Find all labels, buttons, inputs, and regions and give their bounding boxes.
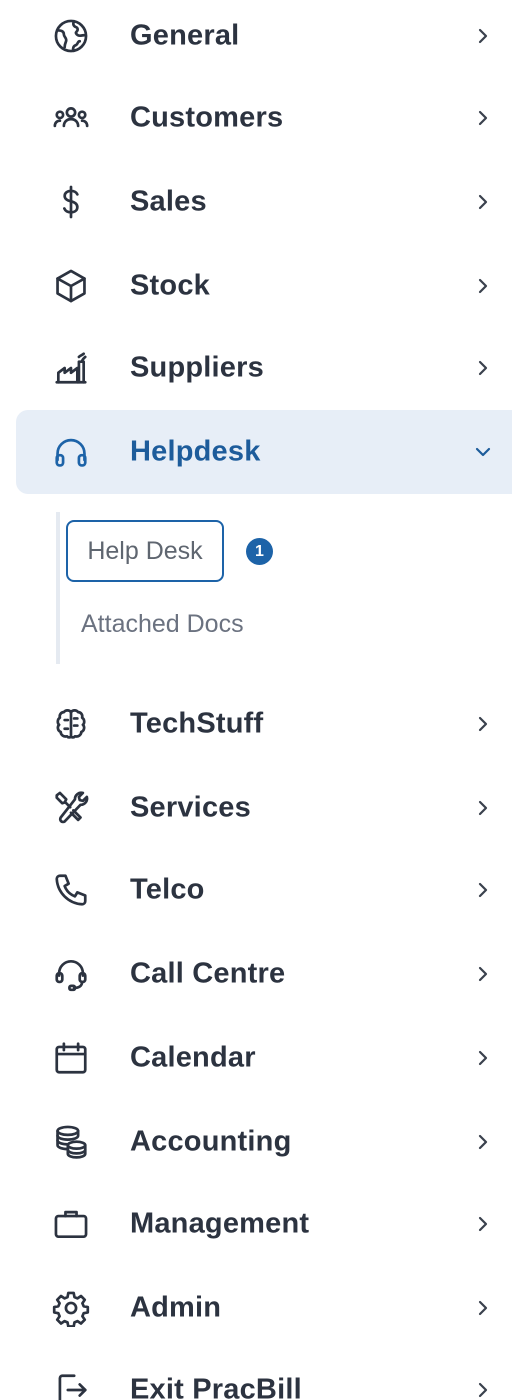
sidebar-item-exit[interactable]: Exit PracBill	[16, 1348, 512, 1400]
chevron-right-icon	[474, 359, 492, 377]
coins-icon	[52, 1123, 90, 1161]
briefcase-icon	[52, 1205, 90, 1243]
dollar-icon	[52, 183, 90, 221]
chevron-right-icon	[474, 799, 492, 817]
sidebar-item-techstuff[interactable]: TechStuff	[16, 682, 512, 766]
calendar-icon	[52, 1039, 90, 1077]
sidebar-item-calendar[interactable]: Calendar	[16, 1016, 512, 1100]
chevron-right-icon	[474, 1215, 492, 1233]
chevron-right-icon	[474, 193, 492, 211]
sidebar-item-label: Management	[130, 1207, 310, 1240]
sidebar-item-label: Sales	[130, 185, 207, 218]
sidebar-item-management[interactable]: Management	[16, 1182, 512, 1266]
box-icon	[52, 267, 90, 305]
chevron-right-icon	[474, 27, 492, 45]
sidebar-item-helpdesk[interactable]: Helpdesk	[16, 410, 512, 494]
submenu-item-help-desk[interactable]: Help Desk	[66, 520, 224, 582]
sidebar-item-label: Exit PracBill	[130, 1373, 302, 1400]
chevron-right-icon	[474, 715, 492, 733]
notification-badge: 1	[246, 538, 273, 565]
factory-icon	[52, 349, 90, 387]
sidebar-item-accounting[interactable]: Accounting	[16, 1100, 512, 1184]
chevron-right-icon	[474, 1049, 492, 1067]
sidebar-item-admin[interactable]: Admin	[16, 1266, 512, 1350]
gear-icon	[52, 1289, 90, 1328]
chevron-right-icon	[474, 277, 492, 295]
tools-icon	[52, 789, 90, 827]
submenu-item-label: Help Desk	[87, 536, 203, 565]
chevron-right-icon	[474, 1299, 492, 1317]
chevron-right-icon	[474, 109, 492, 127]
sidebar-item-stock[interactable]: Stock	[16, 244, 512, 328]
sidebar-item-label: Calendar	[130, 1041, 256, 1074]
sidebar-item-label: Admin	[130, 1291, 222, 1324]
sidebar-item-telco[interactable]: Telco	[16, 848, 512, 932]
submenu-item-label: Attached Docs	[81, 610, 244, 638]
sidebar-item-services[interactable]: Services	[16, 766, 512, 850]
users-icon	[52, 99, 90, 137]
exit-icon	[52, 1371, 90, 1400]
sidebar-item-label: General	[130, 19, 240, 52]
sidebar-item-label: Stock	[130, 269, 210, 302]
sidebar-item-customers[interactable]: Customers	[16, 76, 512, 160]
chevron-down-icon	[474, 443, 492, 461]
chevron-right-icon	[474, 965, 492, 983]
phone-icon	[52, 871, 90, 909]
sidebar-item-call-centre[interactable]: Call Centre	[16, 932, 512, 1016]
sidebar-item-label: TechStuff	[130, 707, 264, 740]
helpdesk-submenu: Help Desk 1 Attached Docs	[56, 512, 496, 664]
sidebar-item-label: Services	[130, 791, 251, 824]
submenu-item-attached-docs[interactable]: Attached Docs	[81, 610, 244, 639]
sidebar-item-label: Telco	[130, 873, 205, 906]
chevron-right-icon	[474, 1133, 492, 1151]
sidebar-item-general[interactable]: General	[16, 0, 512, 78]
sidebar-item-suppliers[interactable]: Suppliers	[16, 326, 512, 410]
sidebar-item-label: Helpdesk	[130, 435, 261, 468]
chevron-right-icon	[474, 881, 492, 899]
globe-icon	[52, 17, 90, 55]
headset-icon	[52, 955, 90, 993]
sidebar-item-label: Accounting	[130, 1125, 292, 1158]
headphones-icon	[52, 433, 90, 471]
sidebar-item-sales[interactable]: Sales	[16, 160, 512, 244]
sidebar-item-label: Suppliers	[130, 351, 264, 384]
chevron-right-icon	[474, 1381, 492, 1399]
sidebar-item-label: Customers	[130, 101, 284, 134]
brain-icon	[52, 705, 90, 743]
sidebar-item-label: Call Centre	[130, 957, 286, 990]
